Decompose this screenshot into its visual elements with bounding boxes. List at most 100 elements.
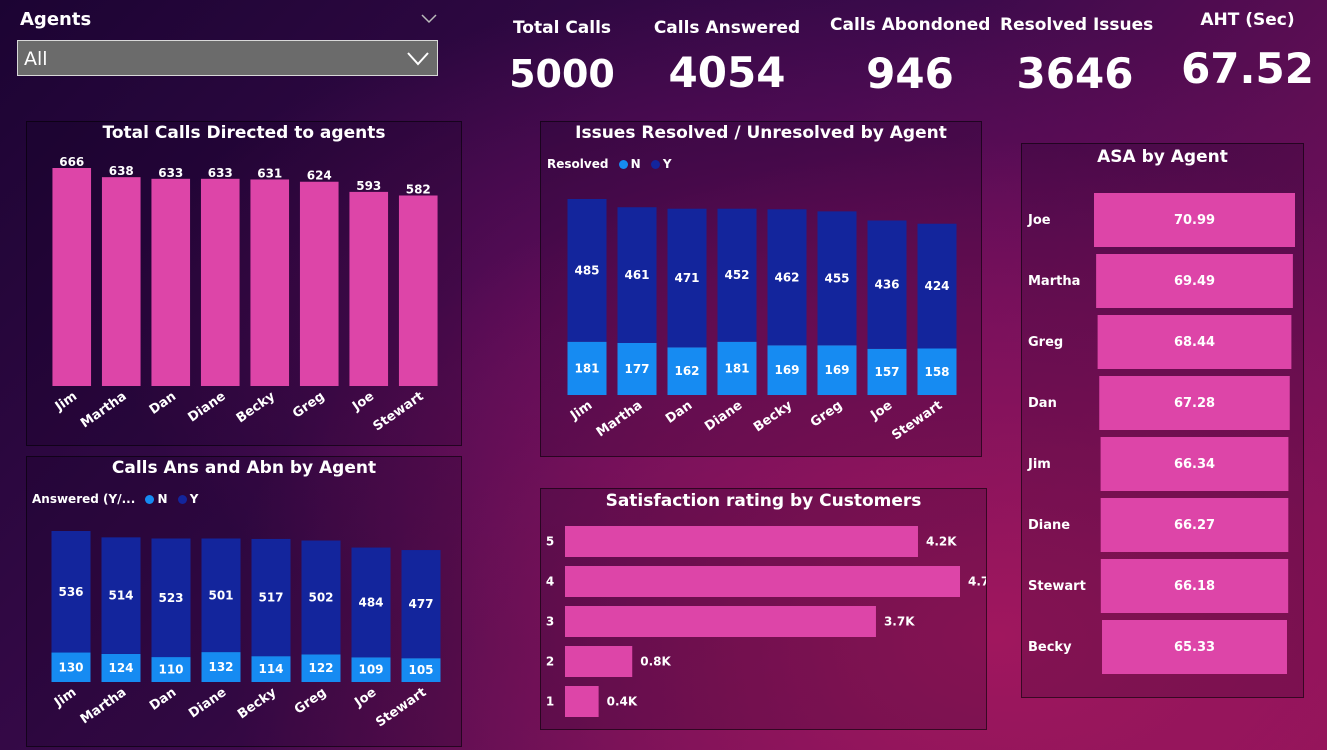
data-label: 452 bbox=[724, 268, 749, 282]
row-label: Greg bbox=[1028, 335, 1063, 350]
data-label: 638 bbox=[109, 164, 134, 178]
data-label: 471 bbox=[674, 271, 699, 285]
row-label: Jim bbox=[1027, 457, 1051, 472]
slicer-chevron-icon[interactable] bbox=[421, 14, 437, 24]
data-label: 110 bbox=[158, 663, 183, 677]
agent-dropdown[interactable]: All bbox=[17, 40, 438, 76]
x-tick-label: Joe bbox=[349, 389, 377, 415]
bar bbox=[565, 686, 599, 717]
data-label: 124 bbox=[108, 661, 133, 675]
data-label: 436 bbox=[874, 278, 899, 292]
data-label: 158 bbox=[924, 365, 949, 379]
data-label: 4.2K bbox=[926, 535, 957, 549]
data-label: 4.7K bbox=[968, 575, 986, 589]
x-tick-label: Becky bbox=[235, 685, 280, 723]
bar bbox=[101, 177, 141, 386]
data-label: 633 bbox=[158, 166, 183, 180]
x-tick-label: Martha bbox=[78, 389, 130, 431]
row-label: Joe bbox=[1027, 213, 1051, 228]
data-label: 502 bbox=[308, 590, 333, 604]
row-label: Becky bbox=[1028, 640, 1072, 655]
y-tick-label: 4 bbox=[546, 575, 554, 589]
x-tick-label: Becky bbox=[751, 398, 796, 436]
x-tick-label: Greg bbox=[808, 398, 845, 430]
satisfaction-panel: Satisfaction rating by Customers 5 4.2K 4 4… bbox=[540, 488, 987, 730]
row-label: Martha bbox=[1028, 274, 1080, 289]
x-tick-label: Diane bbox=[186, 685, 229, 722]
y-tick-label: 5 bbox=[546, 535, 554, 549]
data-label: 66.27 bbox=[1174, 518, 1215, 533]
calls-ans-abn-chart: 130 536 Jim 124 514 Martha 110 523 Dan 132 501 Dian… bbox=[51, 531, 441, 730]
satisfaction-chart: 5 4.2K 4 4.7K 3 3.7K 2 0.8K 1 0.4K bbox=[546, 526, 986, 717]
total-calls-chart: 666 Jim 638 Martha 633 Dan 633 Diane 631 Becky 624… bbox=[52, 155, 438, 434]
issues-resolved-chart: 181 485 Jim 177 461 Martha 162 471 Dan 181 452 Dian… bbox=[567, 199, 957, 443]
data-label: 485 bbox=[574, 263, 599, 277]
data-label: 162 bbox=[674, 364, 699, 378]
x-tick-label: Diane bbox=[702, 398, 745, 435]
row-label: Dan bbox=[1028, 396, 1057, 411]
data-label: 455 bbox=[824, 271, 849, 285]
y-tick-label: 2 bbox=[546, 655, 554, 669]
bar bbox=[299, 181, 339, 386]
chevron-down-icon bbox=[407, 52, 429, 66]
kpi-value: 4054 bbox=[668, 48, 786, 97]
data-label: 462 bbox=[774, 270, 799, 284]
kpi-value: 5000 bbox=[509, 52, 615, 96]
x-tick-label: Dan bbox=[663, 398, 695, 427]
data-label: 65.33 bbox=[1174, 640, 1215, 655]
x-tick-label: Martha bbox=[78, 685, 130, 727]
agent-dropdown-value: All bbox=[24, 48, 48, 70]
x-tick-label: Dan bbox=[147, 685, 179, 714]
asa-chart: Joe 70.99 Martha 69.49 Greg 68.44 Dan 67.28 Jim 6… bbox=[1027, 193, 1295, 674]
data-label: 181 bbox=[574, 361, 599, 375]
data-label: 69.49 bbox=[1174, 274, 1215, 289]
data-label: 114 bbox=[258, 662, 283, 676]
x-tick-label: Stewart bbox=[889, 398, 945, 443]
x-tick-label: Jim bbox=[567, 398, 595, 424]
data-label: 169 bbox=[774, 363, 799, 377]
data-label: 66.18 bbox=[1174, 579, 1215, 594]
x-tick-label: Greg bbox=[292, 685, 329, 717]
data-label: 67.28 bbox=[1174, 396, 1215, 411]
data-label: 66.34 bbox=[1174, 457, 1215, 472]
bar bbox=[250, 179, 290, 386]
x-tick-label: Stewart bbox=[371, 389, 427, 434]
bar bbox=[565, 646, 633, 677]
kpi-total-calls: Total Calls 5000 bbox=[492, 18, 632, 96]
bar bbox=[565, 526, 918, 557]
y-tick-label: 3 bbox=[546, 615, 554, 629]
kpi-label: Total Calls bbox=[512, 18, 612, 38]
data-label: 484 bbox=[358, 595, 383, 609]
x-tick-label: Jim bbox=[51, 685, 79, 711]
kpi-value: 3646 bbox=[1016, 49, 1134, 98]
calls-ans-abn-panel: Calls Ans and Abn by Agent Answered (Y/.… bbox=[26, 456, 462, 747]
data-label: 0.4K bbox=[607, 695, 638, 709]
kpi-label: Calls Abondoned bbox=[830, 15, 991, 35]
data-label: 424 bbox=[924, 279, 949, 293]
data-label: 633 bbox=[208, 166, 233, 180]
data-label: 523 bbox=[158, 591, 183, 605]
data-label: 169 bbox=[824, 363, 849, 377]
data-label: 177 bbox=[624, 362, 649, 376]
data-label: 181 bbox=[724, 361, 749, 375]
data-label: 514 bbox=[108, 589, 133, 603]
kpi-label: AHT (Sec) bbox=[1200, 10, 1295, 30]
x-tick-label: Stewart bbox=[373, 685, 429, 730]
y-tick-label: 1 bbox=[546, 695, 554, 709]
kpi-calls-abandoned: Calls Abondoned 946 bbox=[830, 15, 990, 98]
slicer-label: Agents bbox=[20, 9, 92, 30]
x-tick-label: Dan bbox=[147, 389, 179, 418]
x-tick-label: Greg bbox=[290, 389, 327, 421]
kpi-label: Resolved Issues bbox=[1000, 15, 1154, 35]
total-calls-panel: Total Calls Directed to agents 666 Jim 638… bbox=[26, 121, 462, 446]
data-label: 122 bbox=[308, 661, 333, 675]
row-label: Diane bbox=[1028, 518, 1070, 533]
kpi-value: 946 bbox=[866, 49, 954, 98]
bar bbox=[151, 178, 191, 386]
x-tick-label: Joe bbox=[867, 398, 895, 424]
data-label: 582 bbox=[406, 182, 431, 196]
data-label: 70.99 bbox=[1174, 213, 1215, 228]
data-label: 157 bbox=[874, 365, 899, 379]
kpi-calls-answered: Calls Answered 4054 bbox=[652, 18, 802, 97]
kpi-value: 67.52 bbox=[1181, 44, 1314, 93]
